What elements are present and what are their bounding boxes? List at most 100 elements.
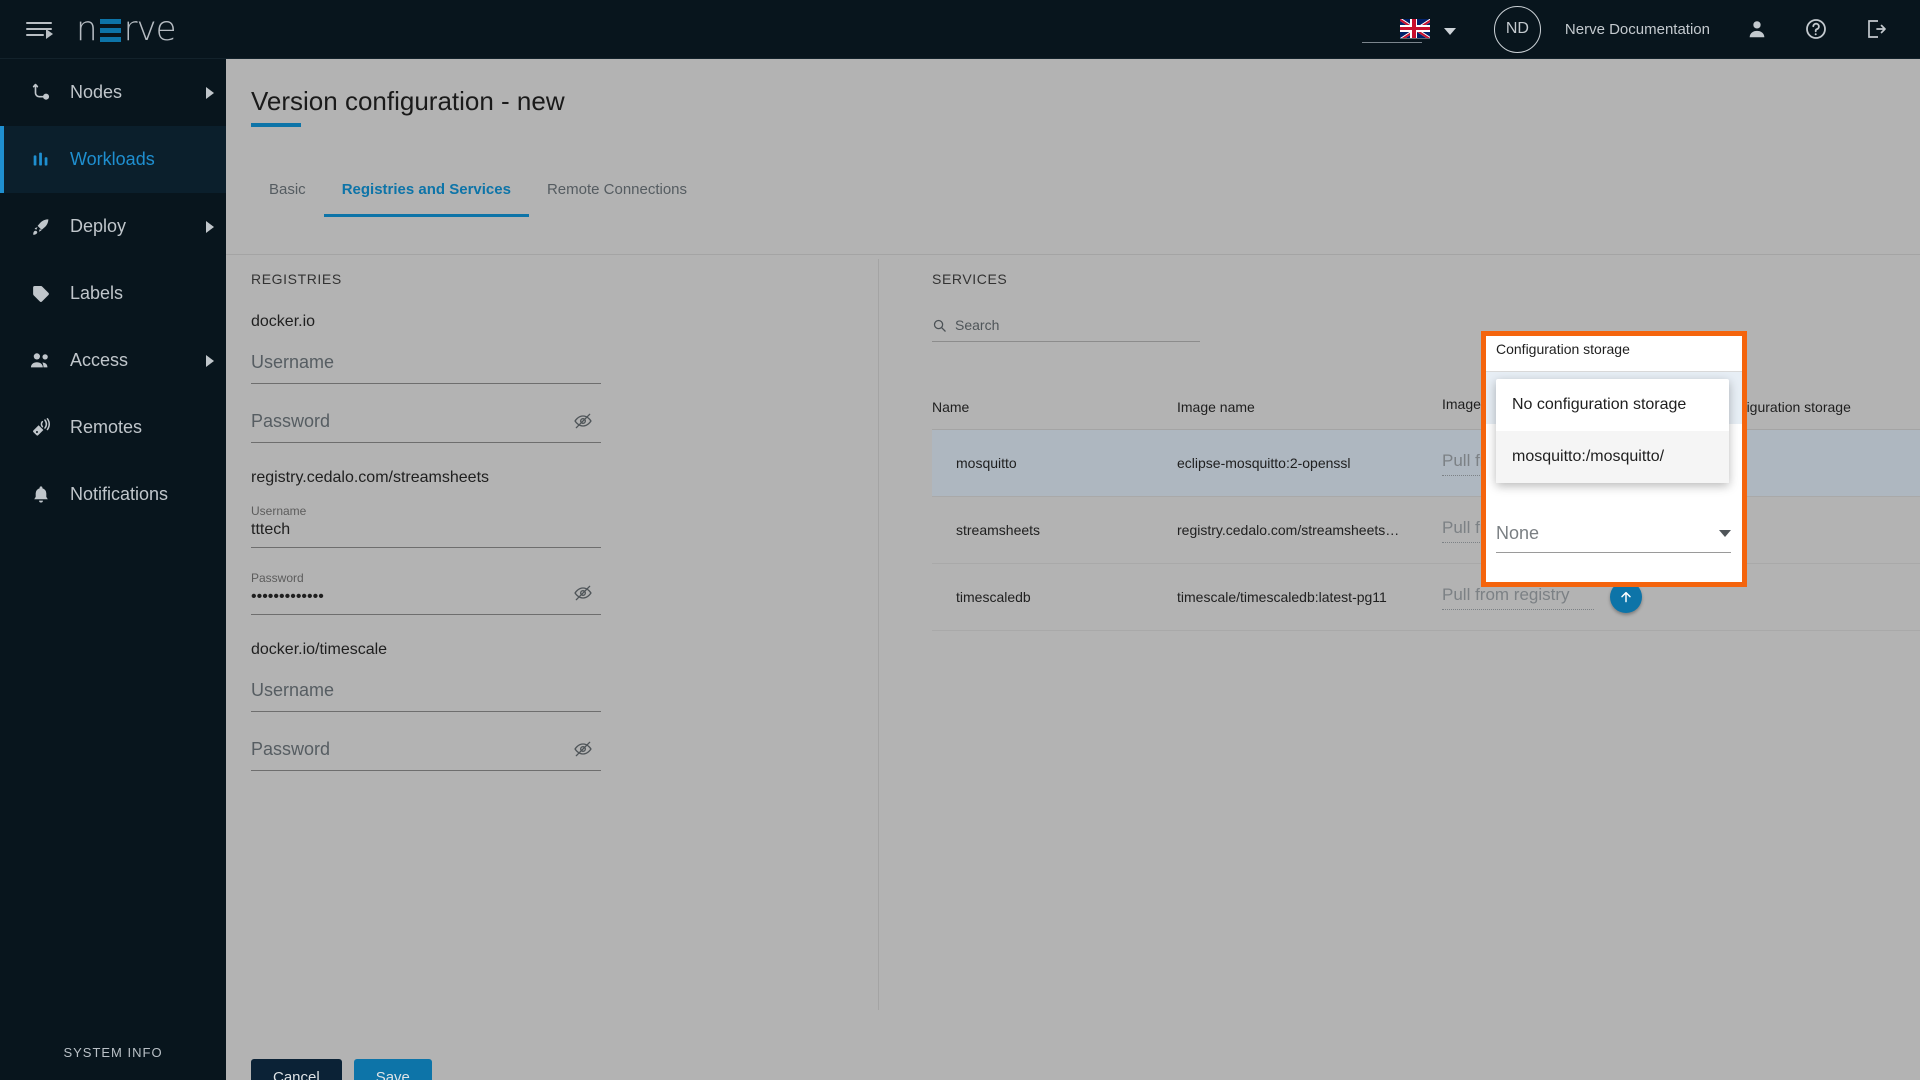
registry-host: docker.io [251,313,851,331]
chevron-down-icon[interactable] [1444,28,1456,35]
system-info-label[interactable]: SYSTEM INFO [0,1045,226,1060]
sidebar-item-label: Labels [70,283,123,304]
hamburger-caret-icon [46,29,53,39]
registry-username-value: tttech [251,519,601,541]
services-table: Name Image name Image file (Optional)i C… [932,379,1920,631]
avatar-initials: ND [1506,20,1529,38]
registry-username-field[interactable]: Username [251,347,601,384]
table-row[interactable]: timescaledb timescale/timescaledb:latest… [932,564,1920,631]
eye-off-icon[interactable] [573,583,593,608]
registry-host: docker.io/timescale [251,641,851,659]
logout-icon[interactable] [1864,17,1888,41]
avatar[interactable]: ND [1494,6,1541,53]
language-selector[interactable] [1400,19,1456,39]
tab-remote-connections[interactable]: Remote Connections [529,181,705,217]
app-root: n rve ND Nerve Documentation [0,0,1920,1080]
cell-name: mosquitto [932,430,1177,497]
logo-text-start: n [76,9,97,49]
services-panel: SERVICES Search [932,271,1200,342]
user-icon[interactable] [1746,18,1768,40]
tab-registries-and-services[interactable]: Registries and Services [324,181,529,217]
chevron-right-icon[interactable] [206,355,214,367]
cell-configuration-storage[interactable] [1717,497,1920,564]
deploy-rocket-icon [26,216,56,238]
registry-username-field[interactable]: Username [251,675,601,712]
sidebar-item-workloads[interactable]: Workloads [0,126,226,193]
dropdown-option-mosquitto[interactable]: mosquitto:/mosquitto/ [1496,431,1729,483]
services-section-label: SERVICES [932,271,1200,287]
top-bar-right: ND Nerve Documentation [1400,0,1920,58]
cell-image-name: timescale/timescaledb:latest-pg11 [1177,564,1442,631]
cancel-button[interactable]: Cancel [251,1059,342,1080]
cell-name: streamsheets [932,497,1177,564]
access-users-icon [26,350,56,372]
labels-tag-icon [26,283,56,305]
title-accent-underline [251,123,301,127]
cell-image-name: registry.cedalo.com/streamsheets… [1177,497,1442,564]
logo-e-bars-icon [100,16,121,42]
chevron-down-icon[interactable] [1719,530,1731,537]
registry-username-placeholder: Username [251,675,601,705]
registry-password-placeholder: Password [251,734,601,764]
chevron-right-icon[interactable] [206,87,214,99]
cell-name: timescaledb [932,564,1177,631]
dropdown-option-no-configuration-storage[interactable]: No configuration storage [1496,379,1729,431]
configuration-storage-header-divider [1486,371,1742,372]
logo-text-end: rve [124,9,176,49]
search-icon [932,318,947,333]
registry-username-field[interactable]: Username tttech [251,503,601,548]
table-row[interactable]: streamsheets registry.cedalo.com/streams… [932,497,1920,564]
registry-password-field[interactable]: Password [251,734,601,771]
eye-off-icon[interactable] [573,739,593,764]
nodes-icon [26,82,56,104]
eye-off-icon[interactable] [573,411,593,436]
configuration-storage-select-value: None [1496,523,1539,544]
cell-configuration-storage[interactable] [1717,564,1920,631]
nerve-logo: n rve [76,9,176,49]
sidebar-item-labels[interactable]: Labels [0,260,226,327]
registry-password-label: Password [251,570,601,586]
search-placeholder: Search [955,317,999,333]
image-file-placeholder[interactable]: Pull from registry [1442,585,1594,610]
configuration-storage-dropdown-menu: No configuration storage mosquitto:/mosq… [1496,379,1729,483]
configuration-storage-header-label: Configuration storage [1496,341,1630,357]
help-icon[interactable] [1804,17,1828,41]
workloads-icon [26,149,56,171]
sidebar-item-label: Deploy [70,216,126,237]
sidebar-item-nodes[interactable]: Nodes [0,59,226,126]
registry-host: registry.cedalo.com/streamsheets [251,469,851,487]
account-name: Nerve Documentation [1565,21,1710,38]
bell-icon [26,484,56,506]
top-bar: n rve ND Nerve Documentation [0,0,1920,59]
table-row[interactable]: mosquitto eclipse-mosquitto:2-openssl Pu… [932,430,1920,497]
sidebar-item-access[interactable]: Access [0,327,226,394]
sidebar-item-deploy[interactable]: Deploy [0,193,226,260]
column-header-image-name: Image name [1177,379,1442,430]
configuration-storage-select[interactable]: None [1496,523,1731,553]
save-button[interactable]: Save [354,1059,432,1080]
chevron-right-icon[interactable] [206,221,214,233]
form-actions: Cancel Save [251,1059,432,1080]
registry-password-placeholder: Password [251,406,601,436]
remotes-icon [26,417,56,439]
table-header-row: Name Image name Image file (Optional)i C… [932,379,1920,430]
column-header-configuration-storage: Configuration storage [1717,379,1920,430]
cell-configuration-storage[interactable] [1717,430,1920,497]
column-header-name: Name [932,379,1177,430]
tab-bar: Basic Registries and Services Remote Con… [251,181,705,217]
tab-basic[interactable]: Basic [251,181,324,217]
language-underline [1362,42,1422,43]
registry-password-field[interactable]: Password [251,406,601,443]
sidebar-item-label: Remotes [70,417,142,438]
sidebar-item-notifications[interactable]: Notifications [0,461,226,528]
registry-username-label: Username [251,503,601,519]
sidebar-item-label: Notifications [70,484,168,505]
registry-block: docker.io/timescale Username Password [251,641,851,771]
registry-password-field[interactable]: Password ••••••••••••• [251,570,601,615]
page-title: Version configuration - new [251,86,565,117]
tab-bar-divider [226,254,1920,255]
registry-username-placeholder: Username [251,347,601,377]
search-input[interactable]: Search [932,317,1200,342]
registry-block: registry.cedalo.com/streamsheets Usernam… [251,469,851,615]
sidebar-item-remotes[interactable]: Remotes [0,394,226,461]
